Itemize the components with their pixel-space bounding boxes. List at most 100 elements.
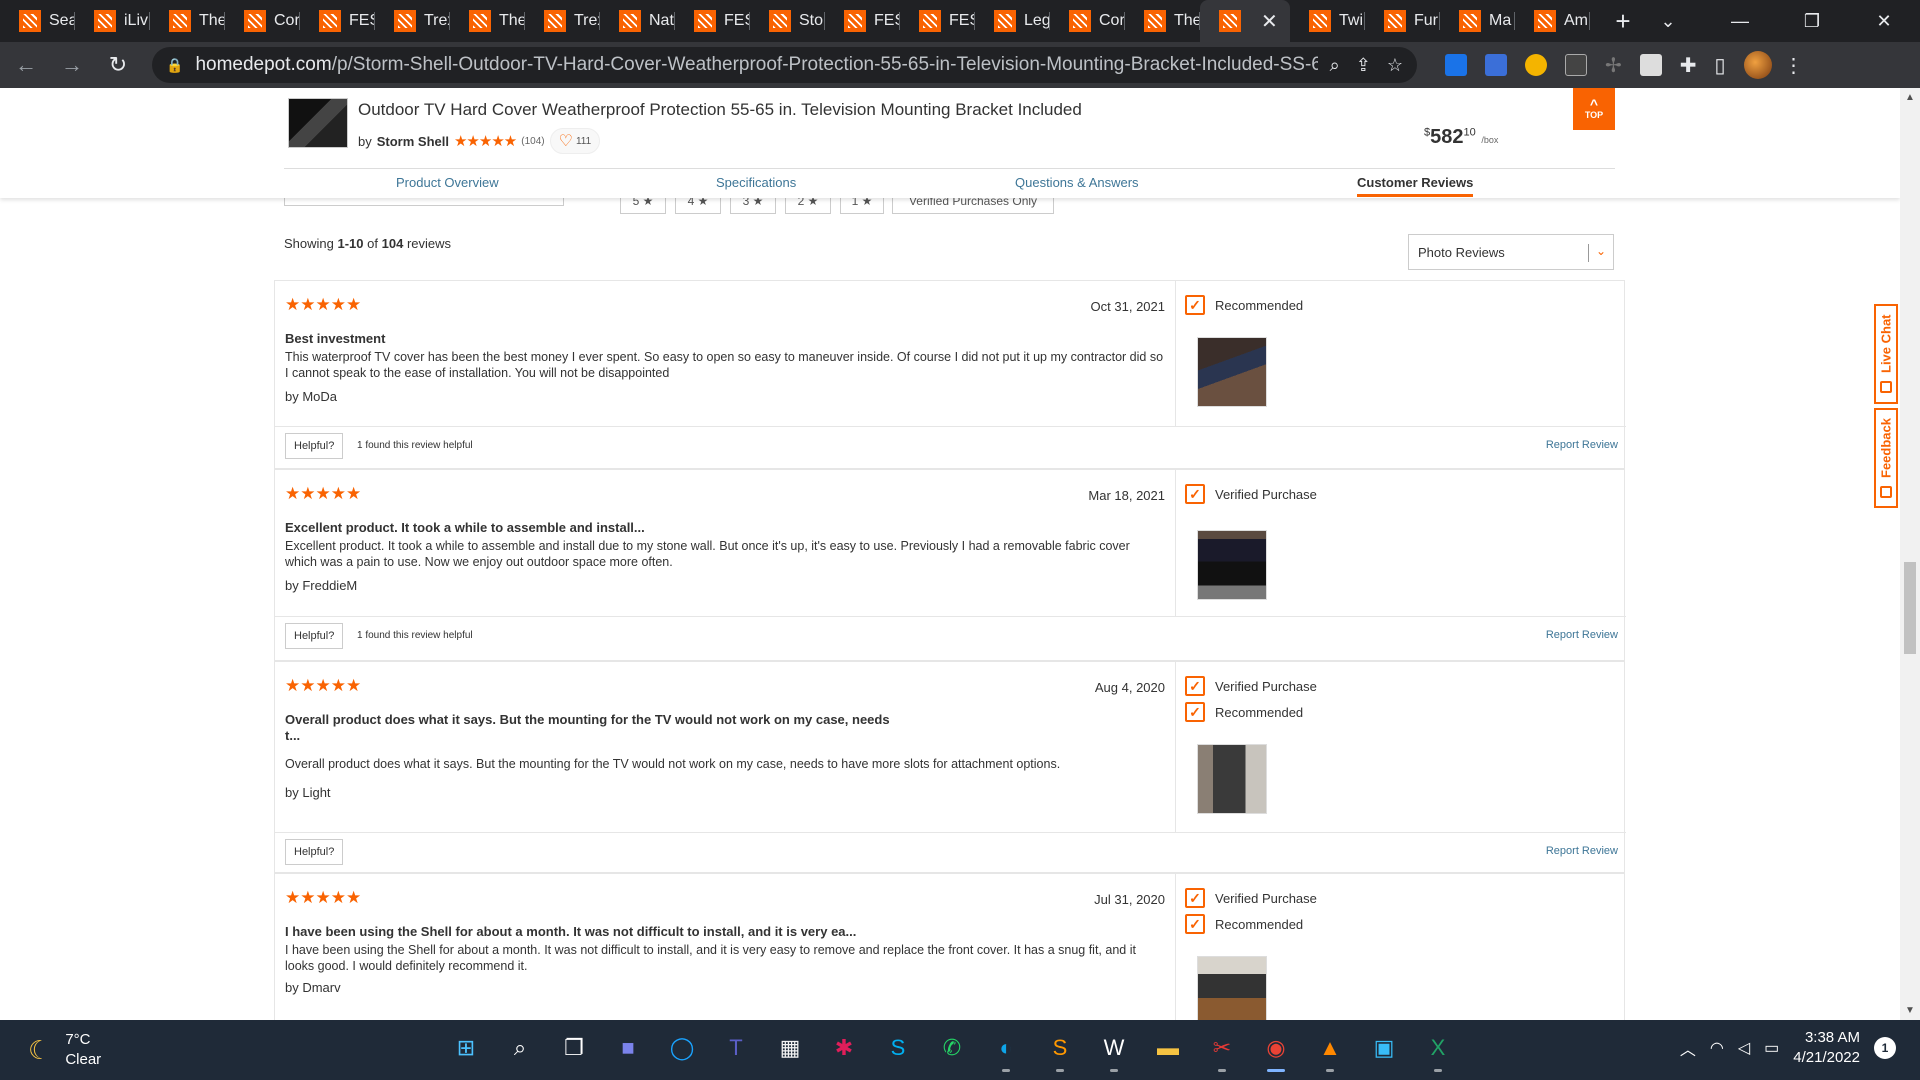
review-photo[interactable] [1197, 956, 1267, 1020]
teams-icon[interactable]: T [716, 1028, 756, 1068]
browser-tab[interactable]: Am [1515, 0, 1590, 42]
vlc-icon[interactable]: ▲ [1310, 1028, 1350, 1072]
minimize-button[interactable]: — [1704, 11, 1776, 32]
side-panel-icon[interactable]: ▯ [1715, 53, 1726, 78]
volume-icon[interactable]: ◁ [1738, 1038, 1750, 1058]
close-tab-icon[interactable]: ✕ [1261, 9, 1278, 34]
store-icon[interactable]: ▦ [770, 1028, 810, 1068]
favorite-button[interactable]: ♡ 111 [549, 128, 601, 154]
cortana-icon[interactable]: ◯ [662, 1028, 702, 1068]
share-icon[interactable]: ⇪ [1356, 55, 1371, 76]
review-photo[interactable] [1197, 744, 1267, 814]
tab-questions-answers[interactable]: Questions & Answers [1015, 175, 1139, 190]
qr-extension-icon[interactable] [1639, 54, 1662, 76]
browser-tab[interactable]: The [1125, 0, 1200, 42]
brand-link[interactable]: Storm Shell [377, 134, 449, 149]
browser-tab[interactable]: The [150, 0, 225, 42]
review-author[interactable]: by MoDa [285, 389, 337, 404]
rating-stars[interactable]: ★★★★★ [454, 132, 517, 150]
weather-widget[interactable]: ☾ 7°C Clear [28, 1030, 101, 1070]
browser-tab[interactable]: FES [900, 0, 975, 42]
back-to-top-button[interactable]: ^ TOP [1573, 88, 1615, 130]
helpful-button[interactable]: Helpful? [285, 433, 344, 459]
helpful-button[interactable]: Helpful? [285, 839, 344, 865]
product-thumbnail[interactable] [288, 98, 348, 148]
chat-app-icon[interactable]: ■ [608, 1028, 648, 1068]
browser-tab[interactable]: Ma [1440, 0, 1515, 42]
honey-extension-icon[interactable] [1525, 54, 1547, 76]
tab-product-overview[interactable]: Product Overview [396, 175, 499, 190]
review-photo[interactable] [1197, 530, 1267, 600]
menu-kebab-icon[interactable]: ⋮ [1784, 53, 1804, 78]
start-icon[interactable]: ⊞ [446, 1028, 486, 1068]
search-icon[interactable]: ⌕ [500, 1028, 540, 1068]
url-text[interactable]: homedepot.com/p/Storm-Shell-Outdoor-TV-H… [195, 54, 1317, 76]
feedback-tab[interactable]: Feedback [1874, 408, 1898, 508]
browser-tab[interactable]: Leg [975, 0, 1050, 42]
wifi-icon[interactable]: ◠ [1710, 1038, 1724, 1058]
forward-button[interactable]: → [52, 45, 92, 85]
browser-tab[interactable]: Cor [225, 0, 300, 42]
save-extension-icon[interactable] [1485, 54, 1507, 76]
browser-tab[interactable]: iLiv [75, 0, 150, 42]
sublime-icon[interactable]: S [1040, 1028, 1080, 1072]
browser-tab[interactable]: Nat [600, 0, 675, 42]
photos-icon[interactable]: ▣ [1364, 1028, 1404, 1068]
report-review-link[interactable]: Report Review [1546, 439, 1618, 451]
battery-icon[interactable]: ▭ [1764, 1038, 1779, 1058]
excel-icon[interactable]: X [1418, 1028, 1458, 1072]
file-explorer-icon[interactable]: ▬ [1148, 1028, 1188, 1068]
skype-icon[interactable]: S [878, 1028, 918, 1068]
extensions-puzzle-icon[interactable]: ✚ [1680, 53, 1697, 78]
page-scrollbar[interactable]: ▲ ▼ [1900, 88, 1920, 1020]
scroll-up-arrow-icon[interactable]: ▲ [1900, 92, 1920, 103]
helpful-button[interactable]: Helpful? [285, 623, 344, 649]
browser-tab[interactable]: FES [675, 0, 750, 42]
report-review-link[interactable]: Report Review [1546, 629, 1618, 641]
scroll-down-arrow-icon[interactable]: ▼ [1900, 1005, 1920, 1016]
active-tab[interactable]: ✕ [1200, 0, 1290, 42]
notification-badge[interactable]: 1 [1874, 1037, 1896, 1059]
sort-dropdown[interactable]: Photo Reviews ⌄ [1408, 234, 1614, 270]
bookmark-star-icon[interactable]: ☆ [1387, 55, 1403, 76]
edge-icon[interactable]: ◐ [986, 1028, 1026, 1072]
chrome-icon[interactable]: ◉ [1256, 1028, 1296, 1072]
task-view-icon[interactable]: ❐ [554, 1028, 594, 1068]
browser-tab[interactable]: The [450, 0, 525, 42]
dev-extension-icon[interactable] [1565, 54, 1587, 76]
profile-avatar[interactable] [1743, 51, 1772, 79]
tab-customer-reviews[interactable]: Customer Reviews [1357, 175, 1474, 197]
browser-tab[interactable]: Sea [0, 0, 75, 42]
screenshot-tool-icon[interactable]: ✂ [1202, 1028, 1242, 1072]
address-bar[interactable]: 🔒 homedepot.com/p/Storm-Shell-Outdoor-TV… [152, 47, 1417, 83]
tab-specifications[interactable]: Specifications [716, 175, 796, 190]
review-author[interactable]: by Light [285, 785, 331, 800]
lock-icon[interactable]: 🔒 [166, 57, 183, 74]
live-chat-tab[interactable]: Live Chat [1874, 304, 1898, 404]
reload-button[interactable]: ↻ [98, 45, 138, 85]
zoom-icon[interactable]: ⌕ [1330, 55, 1340, 76]
browser-tab[interactable]: Twi [1290, 0, 1365, 42]
wordpress-icon[interactable]: W [1094, 1028, 1134, 1072]
review-author[interactable]: by Dmarv [285, 980, 341, 995]
review-count[interactable]: (104) [521, 136, 544, 147]
browser-tab[interactable]: Cor [1050, 0, 1125, 42]
tray-overflow-icon[interactable]: ︿ [1680, 1036, 1696, 1060]
pin-extension-icon[interactable]: ✢ [1605, 53, 1622, 78]
browser-tab[interactable]: Furi [1365, 0, 1440, 42]
back-button[interactable]: ← [6, 45, 46, 85]
tab-search-icon[interactable]: ⌄ [1632, 11, 1704, 32]
restore-button[interactable]: ❐ [1776, 11, 1848, 32]
browser-tab[interactable]: Trex [375, 0, 450, 42]
whatsapp-icon[interactable]: ✆ [932, 1028, 972, 1068]
review-author[interactable]: by FreddieM [285, 578, 357, 593]
review-photo[interactable] [1197, 337, 1267, 407]
browser-tab[interactable]: FES [300, 0, 375, 42]
browser-tab[interactable]: Trex [525, 0, 600, 42]
extension-blue-icon[interactable] [1445, 54, 1467, 76]
browser-tab[interactable]: Stor [750, 0, 825, 42]
clock[interactable]: 3:38 AM 4/21/2022 [1793, 1028, 1860, 1068]
slack-icon[interactable]: ✱ [824, 1028, 864, 1068]
close-window-button[interactable]: ✕ [1848, 11, 1920, 32]
scrollbar-thumb[interactable] [1904, 562, 1916, 654]
